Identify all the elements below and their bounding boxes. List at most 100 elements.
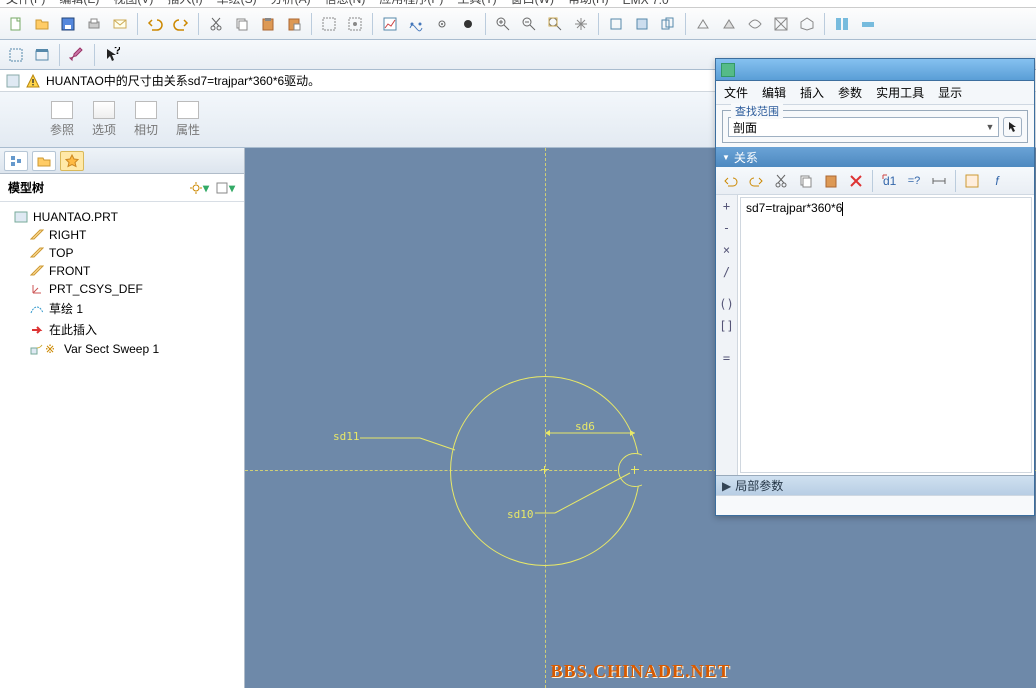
- select-window-icon[interactable]: [30, 43, 54, 67]
- disp4-icon[interactable]: [769, 12, 793, 36]
- new-file-icon[interactable]: [4, 12, 28, 36]
- rel-paste-icon[interactable]: [819, 169, 843, 193]
- props-button[interactable]: 属性: [176, 101, 200, 138]
- expand-triangle-icon: ▶: [722, 479, 731, 493]
- op-div[interactable]: /: [723, 264, 730, 280]
- main-menubar[interactable]: 文件(F)编辑(E)视图(V) 插入(I)草绘(S)分析(A) 信息(N)应用程…: [0, 0, 1036, 8]
- tree-item-front[interactable]: FRONT: [4, 262, 240, 280]
- tree-show-icon[interactable]: ▾: [214, 178, 236, 198]
- paste-special-icon[interactable]: [282, 12, 306, 36]
- ref-button[interactable]: 参照: [50, 101, 74, 138]
- scope-fieldset: 查找范围 剖面▼: [722, 110, 1028, 143]
- select-icon[interactable]: [343, 12, 367, 36]
- tree-item-right[interactable]: RIGHT: [4, 226, 240, 244]
- local-params-header[interactable]: ▶ 局部参数: [716, 475, 1034, 495]
- tree-item-sweep[interactable]: ※Var Sect Sweep 1: [4, 340, 240, 358]
- sweep-icon: [30, 343, 44, 355]
- rel-menu-params[interactable]: 参数: [838, 84, 862, 101]
- rel-menu-show[interactable]: 显示: [938, 84, 962, 101]
- curve-icon[interactable]: [404, 12, 428, 36]
- rel-copy-icon[interactable]: [794, 169, 818, 193]
- main-toolbar: [0, 8, 1036, 40]
- rel-menu-insert[interactable]: 插入: [800, 84, 824, 101]
- rel-menu-utils[interactable]: 实用工具: [876, 84, 924, 101]
- point-icon[interactable]: [430, 12, 454, 36]
- help-cursor-icon[interactable]: ?: [100, 43, 124, 67]
- paste-icon[interactable]: [256, 12, 280, 36]
- model-tree: HUANTAO.PRT RIGHT TOP FRONT PRT_CSYS_DEF…: [0, 202, 244, 688]
- dim-sd11[interactable]: sd11: [333, 430, 360, 443]
- rel-eval-icon[interactable]: =?: [902, 169, 926, 193]
- relations-section-header[interactable]: ▼ 关系: [716, 147, 1034, 167]
- sketch-icon: [30, 303, 44, 315]
- scope-legend: 查找范围: [731, 103, 783, 119]
- solid-dot-icon[interactable]: [456, 12, 480, 36]
- tree-item-csys[interactable]: PRT_CSYS_DEF: [4, 280, 240, 298]
- tool-a-icon[interactable]: [830, 12, 854, 36]
- collapse-triangle-icon: ▼: [722, 153, 730, 162]
- relations-editor[interactable]: sd7=trajpar*360*6: [740, 197, 1032, 473]
- tab-folder[interactable]: [32, 151, 56, 171]
- options-button[interactable]: 选项: [92, 101, 116, 138]
- tab-favorites[interactable]: [60, 151, 84, 171]
- corner-icon: [6, 74, 20, 88]
- print-icon[interactable]: [82, 12, 106, 36]
- rel-cut-icon[interactable]: [769, 169, 793, 193]
- rel-menu-file[interactable]: 文件: [724, 84, 748, 101]
- rel-delete-icon[interactable]: [844, 169, 868, 193]
- disp1-icon[interactable]: [691, 12, 715, 36]
- zoom-in-icon[interactable]: [491, 12, 515, 36]
- zoom-fit-icon[interactable]: [543, 12, 567, 36]
- tangent-button[interactable]: 相切: [134, 101, 158, 138]
- undo-icon[interactable]: [143, 12, 167, 36]
- tree-item-sketch[interactable]: 草绘 1: [4, 298, 240, 319]
- scope-combo[interactable]: 剖面▼: [728, 117, 999, 137]
- op-minus[interactable]: -: [723, 220, 730, 236]
- op-paren[interactable]: (): [719, 296, 733, 312]
- relations-dialog[interactable]: 文件 编辑 插入 参数 实用工具 显示 查找范围 剖面▼ ▼ 关系 d1 =? …: [715, 58, 1035, 516]
- tab-model-tree[interactable]: [4, 151, 28, 171]
- relations-titlebar[interactable]: [716, 59, 1034, 81]
- svg-text:?: ?: [114, 47, 120, 57]
- rel-undo-icon[interactable]: [719, 169, 743, 193]
- rel-redo-icon[interactable]: [744, 169, 768, 193]
- op-mul[interactable]: ×: [723, 242, 730, 258]
- chart-icon[interactable]: [378, 12, 402, 36]
- tree-settings-icon[interactable]: ▾: [188, 178, 210, 198]
- brush-icon[interactable]: [65, 43, 89, 67]
- relations-editor-area: + - × / () [] = sd7=trajpar*360*6: [716, 195, 1034, 475]
- open-file-icon[interactable]: [30, 12, 54, 36]
- select-area-icon[interactable]: [4, 43, 28, 67]
- redo-icon[interactable]: [169, 12, 193, 36]
- rel-fx-icon[interactable]: f: [985, 169, 1009, 193]
- tool-b-icon[interactable]: [856, 12, 880, 36]
- csys-icon: [30, 283, 44, 295]
- rel-menu-edit[interactable]: 编辑: [762, 84, 786, 101]
- tree-item-top[interactable]: TOP: [4, 244, 240, 262]
- save-icon[interactable]: [56, 12, 80, 36]
- email-icon[interactable]: [108, 12, 132, 36]
- scope-pick-icon[interactable]: [1003, 117, 1022, 137]
- operator-gutter: + - × / () [] =: [716, 195, 738, 475]
- cut-icon[interactable]: [204, 12, 228, 36]
- tree-root[interactable]: HUANTAO.PRT: [4, 208, 240, 226]
- watermark-text: BBS.CHINADE.NET: [550, 661, 730, 682]
- disp5-icon[interactable]: [795, 12, 819, 36]
- disp3-icon[interactable]: [743, 12, 767, 36]
- view1-icon[interactable]: [604, 12, 628, 36]
- rel-ruler-icon[interactable]: [927, 169, 951, 193]
- view2-icon[interactable]: [630, 12, 654, 36]
- regen-icon[interactable]: [317, 12, 341, 36]
- disp2-icon[interactable]: [717, 12, 741, 36]
- orient-icon[interactable]: [569, 12, 593, 36]
- tree-item-insert-here[interactable]: 在此插入: [4, 319, 240, 340]
- op-plus[interactable]: +: [723, 198, 730, 214]
- copy-icon[interactable]: [230, 12, 254, 36]
- op-bracket[interactable]: []: [719, 318, 733, 334]
- op-eq[interactable]: =: [723, 350, 730, 366]
- rel-sort-icon[interactable]: [960, 169, 984, 193]
- rel-units-icon[interactable]: d1: [877, 169, 901, 193]
- zoom-out-icon[interactable]: [517, 12, 541, 36]
- view3-icon[interactable]: [656, 12, 680, 36]
- dim-sd10[interactable]: sd10: [507, 508, 534, 521]
